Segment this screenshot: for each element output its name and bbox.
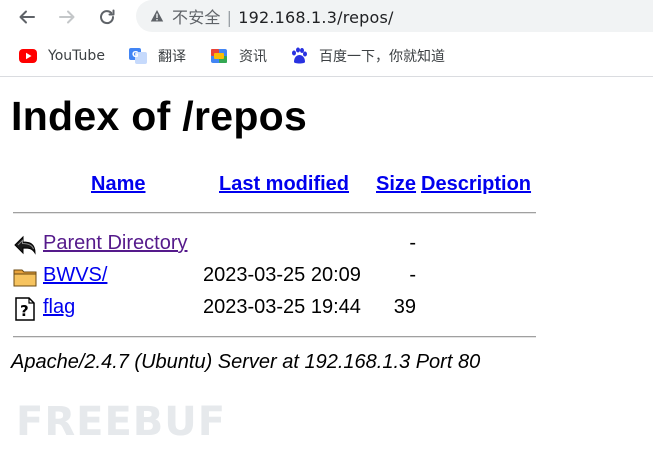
bookmark-label: YouTube [48, 48, 105, 64]
row-date: 2023-03-25 19:44 [203, 296, 361, 318]
folder-icon [13, 265, 37, 289]
table-row: Parent Directory - [0, 230, 653, 258]
back-arrow-icon [19, 10, 35, 24]
page-content: Index of /repos Name Last modified Size … [0, 77, 653, 450]
bookmark-label: 百度一下，你就知道 [319, 49, 445, 65]
forward-button[interactable] [55, 5, 79, 29]
bookmark-youtube[interactable]: YouTube [19, 45, 105, 67]
file-link-flag[interactable]: flag [43, 296, 75, 319]
warning-icon[interactable] [150, 9, 164, 23]
address-bar[interactable]: 不安全 | 192.168.1.3/repos/ [136, 0, 653, 32]
reload-button[interactable] [95, 5, 119, 29]
reload-icon [100, 9, 115, 25]
address-text: 不安全 | 192.168.1.3/repos/ [172, 4, 394, 28]
bookmark-news[interactable]: 资讯 [210, 45, 267, 67]
back-button[interactable] [15, 5, 39, 29]
browser-toolbar: 不安全 | 192.168.1.3/repos/ [0, 0, 653, 34]
folder-link-bwvs[interactable]: BWVS/ [43, 264, 107, 287]
footer-divider [13, 336, 536, 338]
page-title: Index of /repos [11, 93, 308, 139]
header-divider [13, 212, 536, 214]
bookmarks-bar: YouTube G 翻译 资讯 百度一下，你就知道 [0, 34, 653, 77]
url-text: 192.168.1.3/repos/ [238, 8, 394, 27]
forward-arrow-icon [59, 10, 75, 24]
translate-icon: G [129, 47, 147, 65]
svg-text:G: G [132, 50, 139, 59]
svg-text:?: ? [20, 302, 29, 320]
freebuf-watermark: FREEBUF [16, 399, 226, 445]
unknown-file-icon: ? [13, 297, 37, 321]
bookmark-translate[interactable]: G 翻译 [129, 45, 186, 67]
table-row: ? flag 2023-03-25 19:44 39 [0, 294, 653, 322]
bookmark-label: 资讯 [239, 49, 267, 65]
youtube-icon [19, 47, 37, 65]
bookmark-baidu[interactable]: 百度一下，你就知道 [290, 45, 445, 67]
row-date: 2023-03-25 20:09 [203, 264, 361, 286]
baidu-icon [290, 47, 308, 65]
column-header-last-modified[interactable]: Last modified [219, 173, 349, 196]
address-separator: | [226, 8, 233, 27]
row-size: - [409, 264, 416, 286]
security-label: 不安全 [172, 8, 221, 27]
bookmark-label: 翻译 [158, 49, 186, 65]
news-icon [210, 47, 228, 65]
column-header-name[interactable]: Name [91, 173, 145, 196]
server-signature: Apache/2.4.7 (Ubuntu) Server at 192.168.… [11, 351, 481, 373]
column-header-description[interactable]: Description [421, 173, 531, 196]
parent-directory-link[interactable]: Parent Directory [43, 232, 188, 255]
row-size: - [409, 232, 416, 254]
watermark-text: FREEBUF [16, 399, 227, 445]
column-header-size[interactable]: Size [376, 173, 416, 196]
table-row: BWVS/ 2023-03-25 20:09 - [0, 262, 653, 290]
row-size: 39 [393, 296, 416, 318]
back-arrow-icon [13, 233, 37, 257]
